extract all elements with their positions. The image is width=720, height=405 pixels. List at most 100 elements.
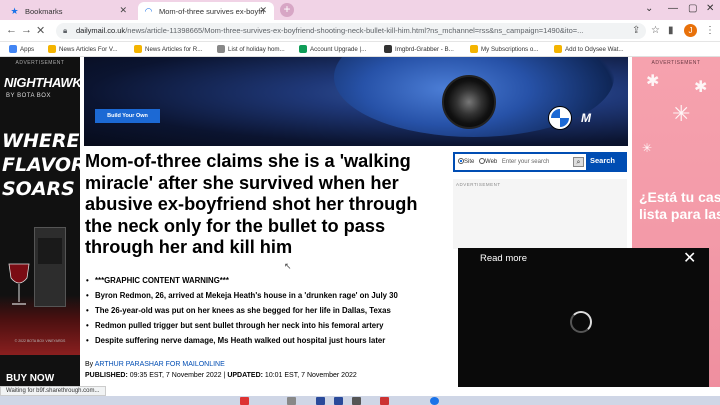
maximize-icon[interactable]: ▢	[688, 3, 697, 14]
ad-brand-sub: BY BOTA BOX	[6, 93, 51, 99]
mouse-cursor-icon: ↖	[284, 261, 292, 271]
status-bubble: Waiting for b9f.sharethrough.com...	[0, 386, 106, 396]
url-path: /news/article-11398665/Mom-three-survive…	[125, 26, 584, 35]
bookmark-label: My Subscriptions o...	[481, 45, 539, 53]
wine-box-label-icon	[38, 238, 62, 264]
folder-icon	[470, 45, 478, 53]
close-icon[interactable]: ✕	[259, 5, 267, 16]
stop-icon[interactable]: ✕	[36, 24, 45, 37]
tab-bookmarks[interactable]: ★ Bookmarks ✕	[4, 2, 134, 20]
left-ad[interactable]: ADVERTISEMENT NIGHTHAWK BY BOTA BOX WHER…	[0, 57, 86, 387]
snowflake-icon: ✱	[694, 79, 708, 96]
site-search: Site Web Enter your search ⌕ Search	[453, 152, 627, 172]
lock-icon: 🔒︎	[63, 26, 68, 35]
snowflake-icon: ✱	[646, 73, 660, 90]
date-separator: |	[223, 372, 226, 379]
search-field[interactable]: Site Web Enter your search ⌕	[455, 154, 586, 170]
new-tab-button[interactable]: +	[280, 3, 294, 17]
search-icon[interactable]: ⌕	[573, 157, 584, 167]
bookmark-label: Apps	[20, 45, 35, 53]
bookmark-label: Account Upgrade |...	[310, 45, 367, 53]
tab-title: Mom-of-three survives ex-boyfri	[159, 6, 265, 16]
tab-article[interactable]: ◠ Mom-of-three survives ex-boyfri ✕	[138, 2, 274, 20]
menu-icon[interactable]: ⋮	[705, 25, 715, 36]
bookmark-item[interactable]: Add to Odysee Wat...	[554, 45, 624, 53]
wine-box-image	[34, 227, 66, 307]
published-date: 09:35 EST, 7 November 2022	[129, 372, 222, 379]
minimize-icon[interactable]: —	[668, 3, 678, 14]
ad-brand: NIGHTHAWK	[4, 75, 82, 90]
byline-prefix: By	[85, 361, 95, 368]
browser-toolbar: ← → ✕ 🔒︎ dailymail.co.uk/news/article-11…	[0, 20, 720, 42]
bookmark-label: List of holiday hom...	[228, 45, 285, 53]
radio-site-label: Site	[464, 159, 475, 165]
folder-icon	[134, 45, 142, 53]
search-button[interactable]: Search	[590, 156, 615, 165]
published-label: PUBLISHED:	[85, 372, 128, 379]
bullet-item: ***GRAPHIC CONTENT WARNING***	[86, 273, 456, 288]
bullet-item: Despite suffering nerve damage, Ms Heath…	[86, 333, 456, 348]
ad-fine-print: © 2022 BOTA BOX VINEYARDS	[14, 339, 66, 343]
side-panel-icon[interactable]: ▮	[668, 25, 674, 36]
taskbar-app-icon[interactable]	[380, 397, 389, 405]
byline: By ARTHUR PARASHAR FOR MAILONLINE	[85, 361, 225, 368]
snowflake-icon: ✳	[672, 101, 691, 126]
close-icon[interactable]: ✕	[683, 251, 696, 267]
updated-date: 10:01 EST, 7 November 2022	[264, 372, 357, 379]
read-more-link[interactable]: Read more	[480, 253, 527, 264]
taskbar-app-icon[interactable]	[334, 397, 343, 405]
author-link[interactable]: ARTHUR PARASHAR FOR MAILONLINE	[95, 361, 225, 368]
forward-icon[interactable]: →	[21, 24, 32, 36]
bullet-item: The 26-year-old was put on her knees as …	[86, 303, 456, 318]
wheel-image	[442, 75, 496, 129]
bookmark-item[interactable]: Imgbrd-Grabber - B...	[384, 45, 454, 53]
taskbar-app-icon[interactable]	[287, 397, 296, 405]
bookmark-label: News Articles for R...	[145, 45, 203, 53]
hero-ad[interactable]: Build Your Own M	[84, 57, 628, 146]
m-logo: M	[581, 111, 591, 125]
bookmark-item[interactable]: My Subscriptions o...	[470, 45, 538, 53]
bookmark-item[interactable]: Account Upgrade |...	[299, 45, 366, 53]
bookmark-label: Imgbrd-Grabber - B...	[395, 45, 454, 53]
bookmark-item[interactable]: List of holiday hom...	[217, 45, 285, 53]
site-icon	[299, 45, 307, 53]
updated-label: UPDATED:	[227, 372, 263, 379]
build-your-own-button[interactable]: Build Your Own	[95, 109, 160, 123]
ad-label: ADVERTISEMENT	[456, 182, 501, 187]
share-icon[interactable]: ⇪	[632, 25, 640, 36]
folder-icon	[554, 45, 562, 53]
apps-grid-icon	[9, 45, 17, 53]
taskbar-app-icon[interactable]	[316, 397, 325, 405]
bookmark-item[interactable]: News Articles For V...	[48, 45, 118, 53]
ad-label: ADVERTISEMENT	[651, 60, 701, 66]
video-popup[interactable]: Read more ✕	[458, 248, 709, 387]
folder-icon	[48, 45, 56, 53]
github-icon	[384, 45, 392, 53]
buy-now-button[interactable]: BUY NOW	[6, 373, 54, 384]
web-page: ADVERTISEMENT NIGHTHAWK BY BOTA BOX WHER…	[0, 57, 720, 387]
loading-spinner-icon	[570, 311, 592, 333]
bookmark-item[interactable]: News Articles for R...	[134, 45, 202, 53]
tab-title: Bookmarks	[25, 6, 63, 16]
taskbar-app-icon[interactable]	[352, 397, 361, 405]
wine-glass-icon	[8, 263, 30, 305]
close-window-icon[interactable]: ✕	[706, 3, 714, 14]
profile-avatar[interactable]: J	[684, 24, 697, 37]
page-icon	[217, 45, 225, 53]
star-icon: ★	[10, 5, 19, 16]
bookmark-apps[interactable]: Apps	[9, 45, 34, 53]
article-headline: Mom-of-three claims she is a 'walking mi…	[85, 151, 418, 258]
taskbar-app-icon[interactable]	[430, 397, 439, 405]
bookmark-star-icon[interactable]: ☆	[651, 25, 660, 36]
search-input[interactable]: Enter your search	[502, 159, 549, 165]
ad-label: ADVERTISEMENT	[15, 60, 65, 66]
back-icon[interactable]: ←	[6, 24, 17, 36]
address-bar[interactable]: 🔒︎ dailymail.co.uk/news/article-11398665…	[56, 23, 646, 39]
url-host: dailymail.co.uk	[76, 26, 126, 35]
chevron-down-icon[interactable]: ⌄	[645, 3, 653, 14]
bookmark-label: Add to Odysee Wat...	[565, 45, 624, 53]
side-ad-slot: ADVERTISEMENT	[453, 179, 627, 249]
close-icon[interactable]: ✕	[119, 5, 127, 16]
taskbar-app-icon[interactable]	[240, 397, 249, 405]
tab-strip: ★ Bookmarks ✕ ◠ Mom-of-three survives ex…	[0, 0, 720, 20]
